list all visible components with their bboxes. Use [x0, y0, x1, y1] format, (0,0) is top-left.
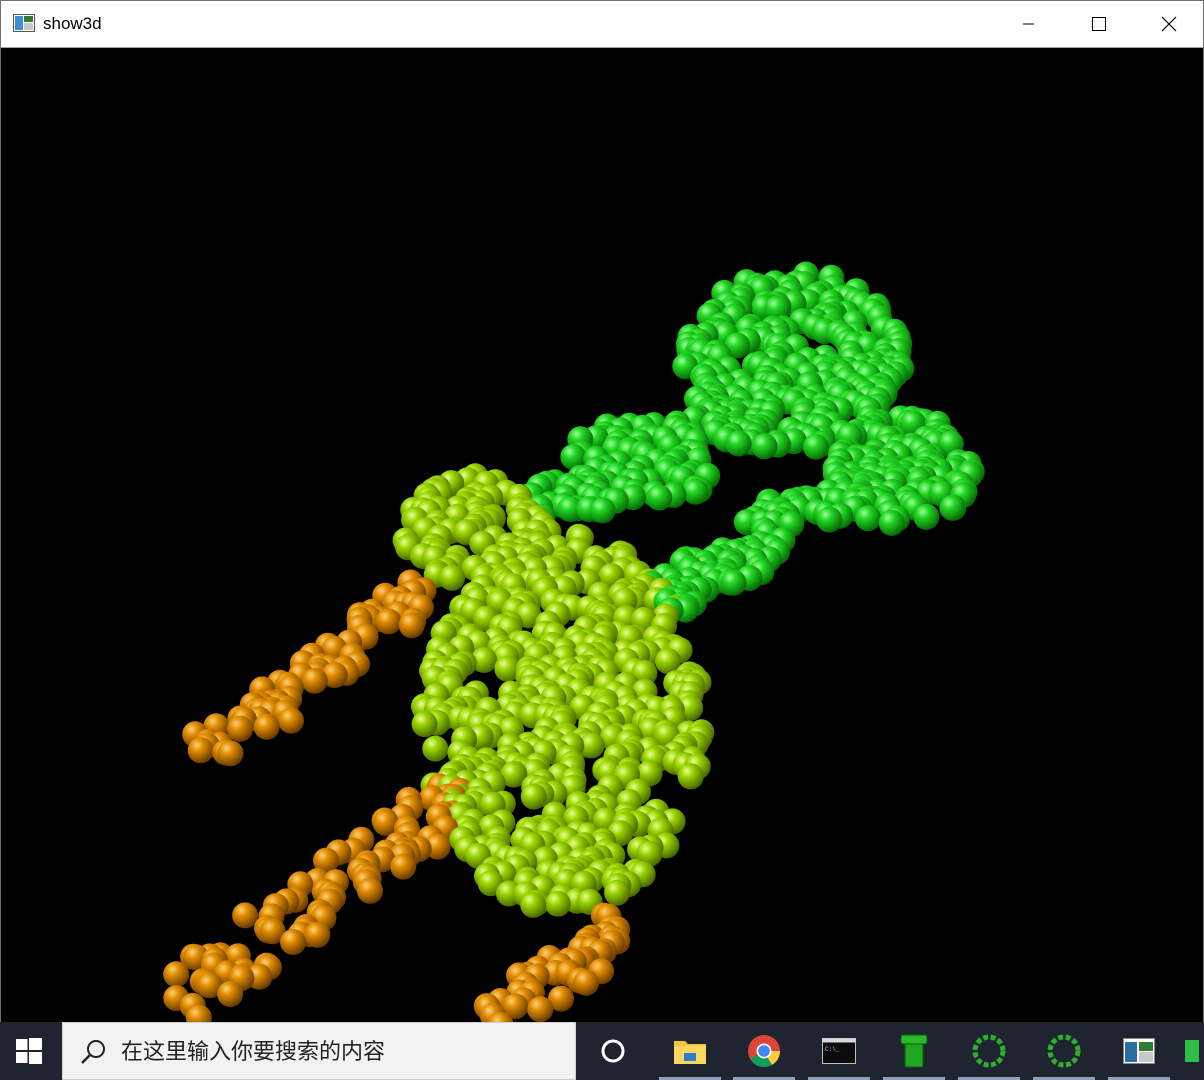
search-icon: [81, 1040, 105, 1064]
maximize-button[interactable]: [1064, 1, 1134, 47]
file-explorer-button[interactable]: [655, 1022, 725, 1080]
window-title: show3d: [43, 14, 102, 33]
close-button[interactable]: [1134, 1, 1204, 47]
loading-ring-icon: [1047, 1034, 1081, 1068]
sphere: [398, 612, 425, 639]
sphere: [520, 783, 547, 810]
sphere: [646, 484, 673, 511]
maximize-icon: [1092, 17, 1106, 31]
sphere: [390, 853, 417, 880]
sphere: [187, 737, 214, 764]
app-window: show3d: [0, 0, 1204, 1023]
3d-viewport[interactable]: [3, 49, 1202, 1023]
loading-ring-icon: [972, 1034, 1006, 1068]
sphere: [357, 877, 383, 904]
sphere: [604, 879, 631, 906]
sphere: [439, 564, 465, 591]
point-cloud-scene: [163, 261, 985, 1023]
window-app-icon: [1123, 1038, 1155, 1064]
sphere: [720, 569, 747, 596]
sphere: [217, 981, 244, 1007]
sphere: [751, 433, 778, 460]
sphere-cloud: [163, 261, 985, 1023]
chrome-button[interactable]: [729, 1022, 799, 1080]
close-icon: [1161, 16, 1177, 32]
sphere: [725, 430, 752, 457]
sphere: [803, 433, 829, 460]
pipe-app-icon: [900, 1034, 928, 1068]
loading-app-button-2[interactable]: [1029, 1022, 1099, 1080]
sphere: [682, 478, 709, 505]
start-button[interactable]: [0, 1022, 58, 1080]
loading-app-button-1[interactable]: [954, 1022, 1024, 1080]
sphere: [677, 763, 704, 790]
file-explorer-icon: [674, 1041, 706, 1064]
cortana-icon: [601, 1039, 625, 1063]
sphere: [855, 505, 881, 532]
app-icon: [13, 14, 35, 32]
taskbar-search-box[interactable]: 在这里输入你要搜索的内容: [62, 1022, 576, 1080]
window-app-button[interactable]: [1104, 1022, 1174, 1080]
windows-logo-icon: [16, 1038, 42, 1064]
sphere: [520, 891, 547, 918]
terminal-icon: C:\_: [822, 1038, 856, 1064]
title-bar[interactable]: show3d: [1, 1, 1203, 48]
svg-text:C:\_: C:\_: [825, 1046, 840, 1053]
sphere: [304, 921, 331, 948]
sphere: [422, 735, 449, 762]
chrome-icon: [748, 1035, 781, 1068]
search-placeholder: 在这里输入你要搜索的内容: [121, 1039, 386, 1064]
sphere: [278, 707, 304, 734]
sphere: [163, 961, 190, 988]
terminal-button[interactable]: C:\_: [804, 1022, 874, 1080]
sphere: [589, 497, 616, 524]
sphere: [217, 740, 244, 767]
sphere: [375, 608, 402, 635]
taskbar: 在这里输入你要搜索的内容 C:\_: [0, 1022, 1204, 1080]
sphere: [232, 902, 259, 929]
sphere: [253, 713, 280, 740]
sphere: [280, 929, 307, 955]
sphere: [913, 503, 940, 530]
sphere: [544, 890, 571, 917]
minimize-button[interactable]: [994, 1, 1064, 47]
sphere: [527, 996, 554, 1023]
pipe-app-button[interactable]: [879, 1022, 949, 1080]
green-app-icon: [1185, 1040, 1199, 1062]
sphere: [411, 711, 438, 738]
minimize-icon: [1023, 23, 1034, 25]
sphere: [939, 494, 966, 521]
cortana-button[interactable]: [578, 1022, 648, 1080]
sphere: [301, 667, 328, 694]
sphere: [878, 509, 905, 536]
sphere: [816, 506, 843, 533]
overflow-app-button[interactable]: [1174, 1022, 1204, 1080]
sphere: [573, 969, 600, 996]
